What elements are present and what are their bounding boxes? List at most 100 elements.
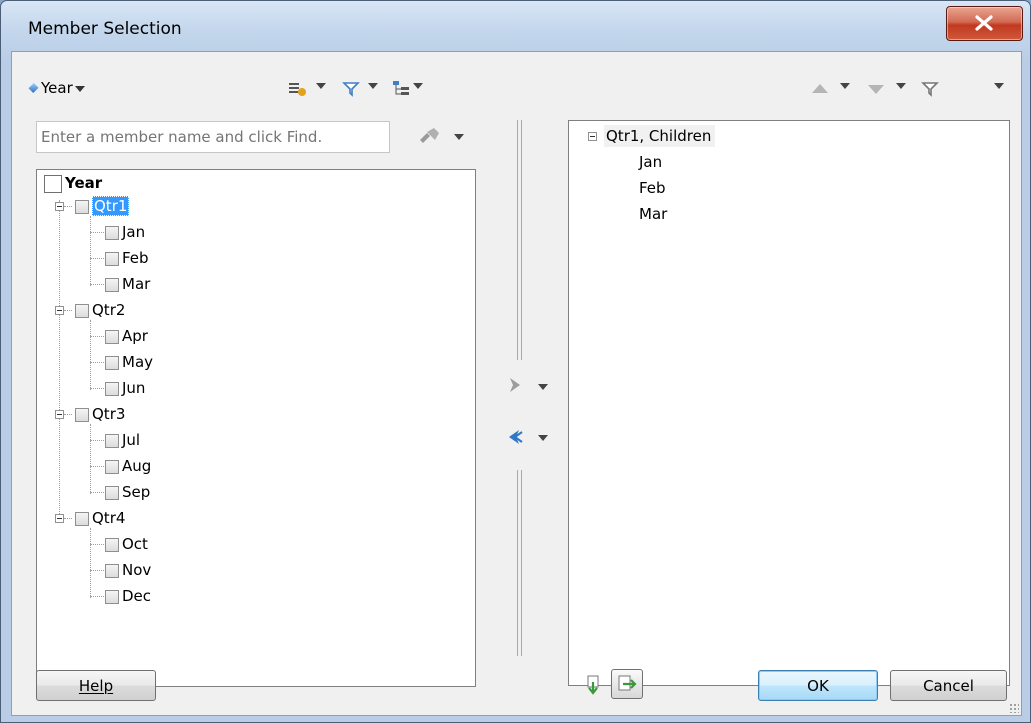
selection-group-label: Qtr1, Children — [606, 127, 712, 145]
resize-grip[interactable] — [1009, 703, 1019, 713]
tree-node-may[interactable]: May — [105, 351, 153, 373]
checkbox[interactable] — [105, 355, 119, 370]
filter-icon[interactable] — [920, 78, 942, 100]
chevron-down-icon[interactable] — [316, 83, 326, 89]
tree-node-qtr1[interactable]: Qtr1 — [75, 195, 130, 217]
checkbox[interactable] — [105, 563, 119, 578]
cancel-button[interactable]: Cancel — [890, 670, 1007, 701]
filter-icon[interactable] — [341, 78, 363, 100]
tree-node-qtr4[interactable]: Qtr4 — [75, 507, 125, 529]
tree-node-dec[interactable]: Dec — [105, 585, 151, 607]
splitter[interactable] — [517, 120, 518, 360]
cancel-button-label: Cancel — [923, 677, 974, 695]
checkbox[interactable] — [105, 485, 119, 500]
tree-node-apr[interactable]: Apr — [105, 325, 148, 347]
add-member-icon[interactable] — [505, 374, 525, 396]
collapse-toggle[interactable] — [55, 202, 64, 211]
find-icon[interactable] — [417, 126, 443, 148]
selected-member-label: Jan — [639, 153, 663, 171]
tree-node-label: Aug — [122, 457, 152, 475]
member-search-input[interactable] — [36, 121, 390, 153]
checkbox[interactable] — [75, 303, 89, 318]
selected-members-list: Qtr1, Children Jan Feb Mar — [568, 120, 1010, 686]
selected-member[interactable]: Mar — [639, 203, 667, 225]
member-selection-dialog: Member Selection Year Enter a member nam… — [0, 0, 1031, 723]
checkbox[interactable] — [75, 199, 89, 214]
tree-node-label: Nov — [122, 561, 152, 579]
export-icon — [618, 675, 637, 691]
chevron-down-icon[interactable] — [538, 384, 548, 390]
collapse-toggle[interactable] — [55, 306, 64, 315]
member-tree: Year Qtr1 Jan Feb Mar Qtr2 Apr May Jun Q… — [36, 169, 476, 687]
selected-member[interactable]: Jan — [639, 151, 662, 173]
title-bar: Member Selection — [1, 1, 1030, 51]
chevron-down-icon[interactable] — [840, 83, 850, 89]
chevron-down-icon[interactable] — [896, 83, 906, 89]
help-button[interactable]: Help — [36, 670, 156, 701]
tree-node-jul[interactable]: Jul — [105, 429, 140, 451]
chevron-down-icon[interactable] — [413, 83, 423, 89]
tree-node-oct[interactable]: Oct — [105, 533, 148, 555]
checkbox[interactable] — [105, 589, 119, 604]
tree-node-label: Qtr1 — [92, 196, 130, 216]
selected-member[interactable]: Feb — [639, 177, 666, 199]
checkbox[interactable] — [105, 459, 119, 474]
checkbox[interactable] — [105, 433, 119, 448]
tree-node-jan[interactable]: Jan — [105, 221, 145, 243]
chevron-down-icon[interactable] — [368, 83, 378, 89]
tree-node-year[interactable]: Year — [44, 172, 102, 194]
selected-member-label: Mar — [639, 205, 668, 223]
collapse-toggle[interactable] — [55, 410, 64, 419]
window-title: Member Selection — [28, 19, 182, 39]
export-button[interactable] — [611, 669, 643, 699]
dimension-dropdown[interactable]: Year — [28, 79, 85, 97]
dimension-icon — [28, 82, 39, 94]
ok-button[interactable]: OK — [758, 670, 878, 701]
view-options-icon[interactable] — [287, 78, 309, 100]
tree-node-label: Year — [65, 174, 103, 192]
chevron-down-icon[interactable] — [994, 83, 1004, 89]
tree-node-label: Oct — [122, 535, 148, 553]
checkbox[interactable] — [105, 329, 119, 344]
tree-node-jun[interactable]: Jun — [105, 377, 145, 399]
dimension-label: Year — [41, 79, 73, 97]
close-button[interactable] — [946, 6, 1023, 41]
tree-node-mar[interactable]: Mar — [105, 273, 150, 295]
collapse-toggle[interactable] — [55, 514, 64, 523]
tree-node-nov[interactable]: Nov — [105, 559, 151, 581]
tree-node-label: Mar — [122, 275, 151, 293]
tree-node-qtr3[interactable]: Qtr3 — [75, 403, 125, 425]
checkbox[interactable] — [44, 174, 62, 193]
close-icon — [975, 15, 993, 31]
selected-member-label: Feb — [639, 179, 666, 197]
chevron-down-icon[interactable] — [538, 435, 548, 441]
move-down-icon[interactable] — [865, 78, 887, 100]
remove-member-icon[interactable] — [505, 426, 525, 448]
checkbox[interactable] — [105, 251, 119, 266]
tree-node-qtr2[interactable]: Qtr2 — [75, 299, 125, 321]
checkbox[interactable] — [75, 511, 89, 526]
checkbox[interactable] — [105, 277, 119, 292]
move-up-icon[interactable] — [809, 78, 831, 100]
collapse-toggle[interactable] — [588, 132, 597, 141]
import-icon[interactable] — [584, 674, 602, 696]
checkbox[interactable] — [75, 407, 89, 422]
tree-node-label: Qtr3 — [92, 405, 126, 423]
checkbox[interactable] — [105, 381, 119, 396]
chevron-down-icon[interactable] — [454, 134, 464, 140]
tree-node-label: Sep — [122, 483, 151, 501]
checkbox[interactable] — [105, 537, 119, 552]
tree-node-label: Qtr4 — [92, 509, 126, 527]
tree-node-label: Apr — [122, 327, 148, 345]
splitter[interactable] — [517, 470, 518, 656]
help-button-label: Help — [78, 677, 114, 695]
tree-node-label: Dec — [122, 587, 152, 605]
tree-node-label: Jun — [122, 379, 146, 397]
tree-node-feb[interactable]: Feb — [105, 247, 149, 269]
tree-node-sep[interactable]: Sep — [105, 481, 150, 503]
chevron-down-icon — [74, 85, 85, 92]
tree-node-aug[interactable]: Aug — [105, 455, 151, 477]
hierarchy-icon[interactable] — [391, 78, 413, 100]
checkbox[interactable] — [105, 225, 119, 240]
selection-group[interactable]: Qtr1, Children — [604, 125, 716, 147]
